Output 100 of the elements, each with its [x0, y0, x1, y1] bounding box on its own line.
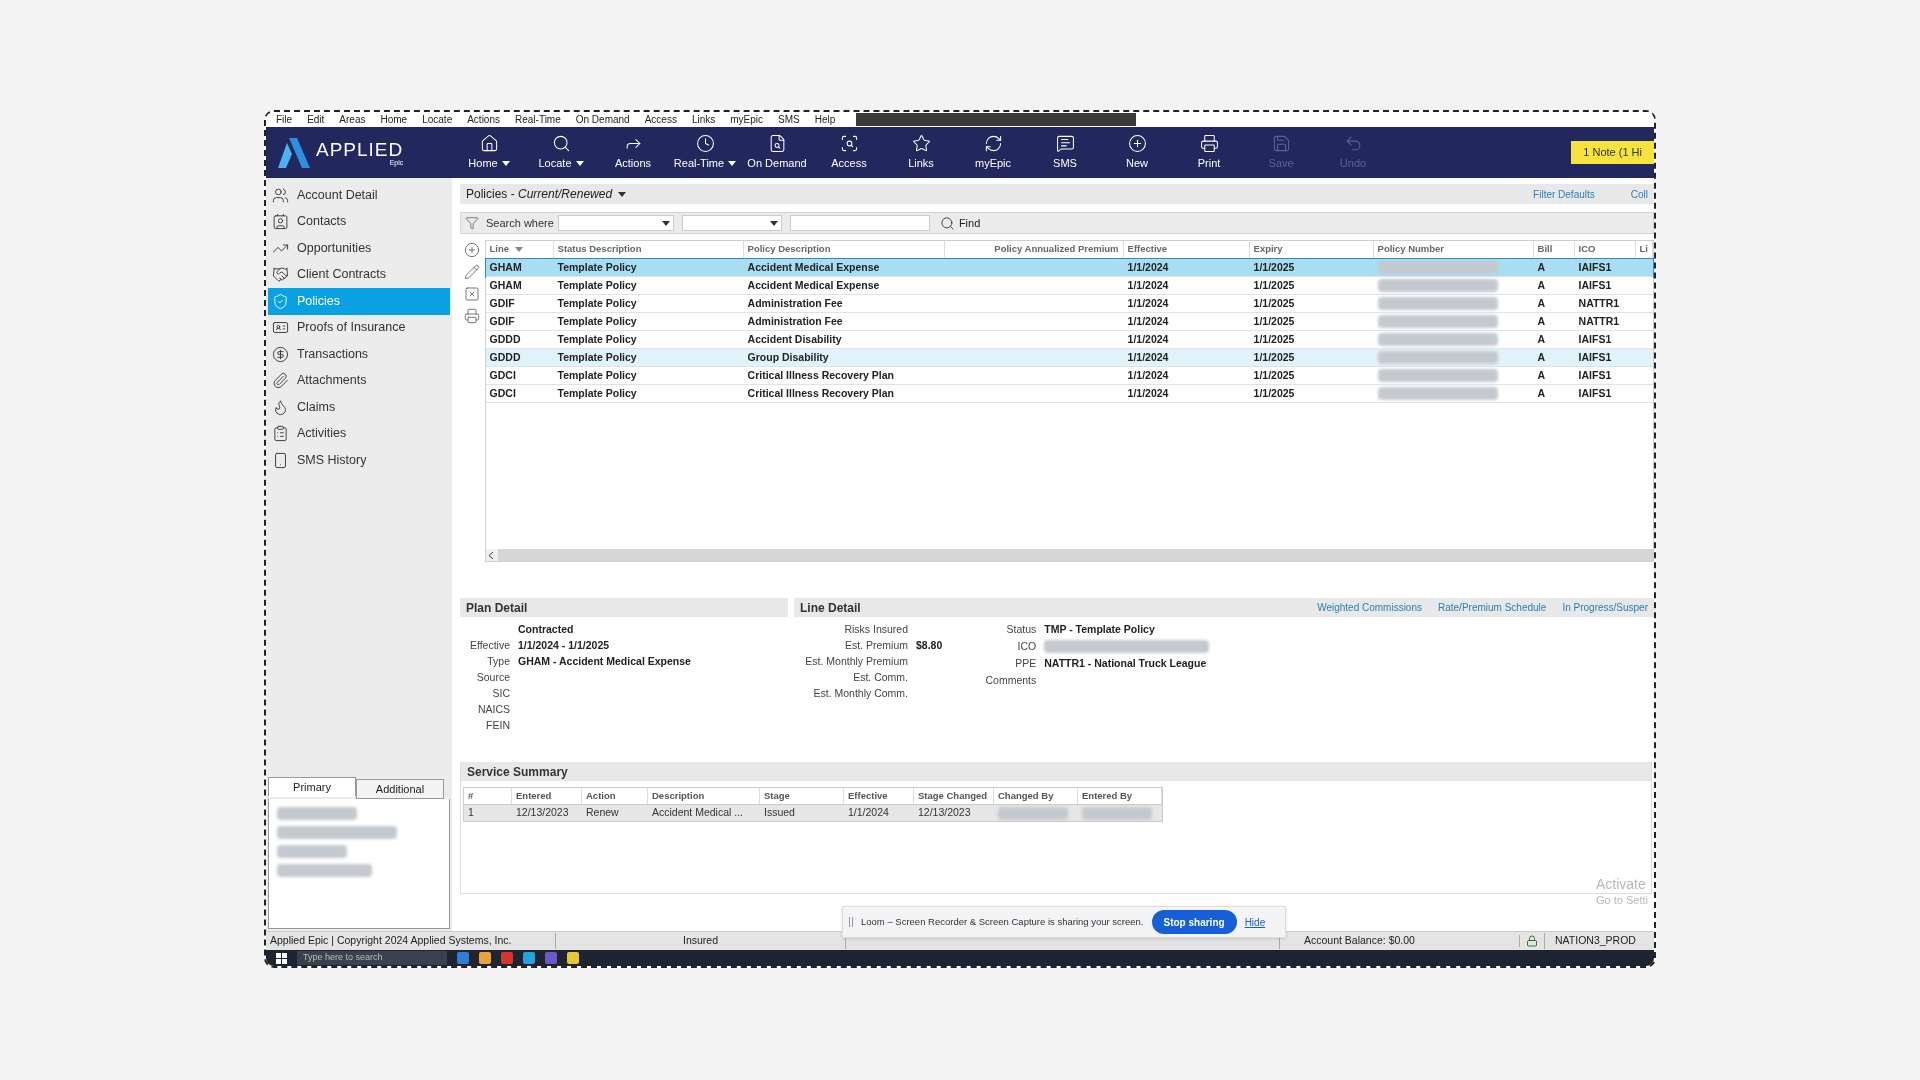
- table-cell-text: Critical Illness Recovery Plan: [747, 385, 895, 401]
- column-header[interactable]: Stage Changed: [914, 788, 994, 804]
- link[interactable]: Coll: [1630, 186, 1648, 202]
- scrollbar[interactable]: [485, 549, 1653, 561]
- table-cell-text: IAIFS1: [1578, 331, 1612, 347]
- table-row[interactable]: 1 12/13/2023 Renew Accident Medical ... Issued 1/1/2024 12/13/2023: [464, 805, 1162, 821]
- menu-item[interactable]: Areas: [339, 112, 366, 127]
- note-badge[interactable]: 1 Note (1 Hi: [1571, 141, 1654, 164]
- menu-item[interactable]: Links: [691, 112, 716, 127]
- toolbar-button[interactable]: Print: [1173, 128, 1245, 177]
- table-cell-text: IAIFS1: [1578, 349, 1612, 365]
- toolbar-button[interactable]: Home: [453, 128, 525, 177]
- toolbar-button[interactable]: Access: [813, 128, 885, 177]
- menu-item[interactable]: Real-Time: [515, 112, 561, 127]
- table-row[interactable]: GDCI Template Policy Critical Illness Recovery Plan 1/1/2024 1/1/2025 A IAIFS1: [485, 367, 1653, 385]
- menu-item[interactable]: Edit: [307, 112, 325, 127]
- table-row[interactable]: GDDD Template Policy Accident Disability 1/1/2024 1/1/2025 A IAIFS1: [485, 331, 1653, 349]
- menu-item[interactable]: File: [276, 112, 293, 127]
- link[interactable]: Rate/Premium Schedule: [1438, 600, 1547, 615]
- sidebar-item[interactable]: Opportunities: [268, 235, 450, 262]
- toolbar-button[interactable]: Links: [885, 128, 957, 177]
- sidebar-item[interactable]: Client Contracts: [268, 261, 450, 288]
- search-field[interactable]: [789, 215, 930, 231]
- column-header[interactable]: Entered: [512, 788, 582, 804]
- table-cell: Renew: [586, 805, 619, 821]
- hide-link[interactable]: Hide: [1244, 914, 1266, 930]
- search-icon: [939, 215, 955, 231]
- printer-icon[interactable]: [464, 308, 481, 324]
- toolbar-button[interactable]: Actions: [597, 128, 669, 177]
- sidebar-item[interactable]: Contacts: [268, 208, 450, 235]
- toolbar-button[interactable]: Real-Time: [669, 128, 741, 177]
- column-header[interactable]: Stage: [760, 788, 844, 804]
- sidebar-item[interactable]: SMS History: [268, 447, 450, 474]
- sidebar-item[interactable]: Transactions: [268, 341, 450, 368]
- column-header[interactable]: Description: [648, 788, 760, 804]
- sidebar-item[interactable]: Attachments: [268, 367, 450, 394]
- add-icon[interactable]: [464, 242, 481, 258]
- field-value: $8.80: [916, 637, 943, 653]
- table-cell-text: Administration Fee: [747, 295, 843, 311]
- menu-item[interactable]: Help: [814, 112, 836, 127]
- app-icon[interactable]: [501, 952, 513, 964]
- app-icon[interactable]: [545, 952, 557, 964]
- table-row[interactable]: GDDD Template Policy Group Disability 1/1/2024 1/1/2025 A IAIFS1: [485, 349, 1653, 367]
- sidebar-item[interactable]: Claims: [268, 394, 450, 421]
- toolbar-button[interactable]: Locate: [525, 128, 597, 177]
- column-header[interactable]: Changed By: [994, 788, 1078, 804]
- delete-icon[interactable]: [464, 286, 481, 302]
- sidebar-item[interactable]: Account Detail: [268, 182, 450, 209]
- app-icon[interactable]: [567, 952, 579, 964]
- link[interactable]: Filter Defaults: [1533, 186, 1595, 202]
- dropdown-field[interactable]: [681, 215, 782, 231]
- find-button[interactable]: Find: [939, 214, 981, 232]
- toolbar-button[interactable]: myEpic: [957, 128, 1029, 177]
- section-title[interactable]: Policies - Current/Renewed: [466, 185, 613, 203]
- sidebar-item[interactable]: Activities: [268, 420, 450, 447]
- pencil-icon[interactable]: [464, 264, 481, 280]
- paperclip-icon: [272, 372, 289, 390]
- table-row[interactable]: GHAM Template Policy Accident Medical Expense 1/1/2024 1/1/2025 A IAIFS1: [485, 277, 1653, 295]
- column-header[interactable]: #: [464, 788, 512, 804]
- app-icon[interactable]: [479, 952, 491, 964]
- table-cell-text: 1/1/2024: [1127, 349, 1169, 365]
- link[interactable]: In Progress/Susper: [1562, 600, 1648, 615]
- menu-item[interactable]: myEpic: [730, 112, 764, 127]
- add-icon: [1127, 133, 1147, 153]
- menu-item[interactable]: SMS: [778, 112, 800, 127]
- table-cell-text: NATTR1: [1578, 313, 1620, 329]
- toolbar-button[interactable]: New: [1101, 128, 1173, 177]
- dropdown-field[interactable]: [557, 215, 674, 231]
- table-cell-text: Accident Medical Expense: [747, 259, 880, 275]
- menu-item[interactable]: Actions: [467, 112, 500, 127]
- printer-icon: [1199, 133, 1219, 153]
- table-row[interactable]: GDCI Template Policy Critical Illness Recovery Plan 1/1/2024 1/1/2025 A IAIFS1: [485, 385, 1653, 403]
- column-header[interactable]: Effective: [844, 788, 914, 804]
- tab[interactable]: Additional: [356, 779, 444, 799]
- menu-item[interactable]: Access: [644, 112, 677, 127]
- table-row[interactable]: GDIF Template Policy Administration Fee 1/1/2024 1/1/2025 A NATTR1: [485, 313, 1653, 331]
- drag-handle-icon[interactable]: [849, 917, 853, 927]
- link[interactable]: Weighted Commissions: [1317, 600, 1422, 615]
- sidebar-item[interactable]: Proofs of Insurance: [268, 314, 450, 341]
- table-row[interactable]: GDIF Template Policy Administration Fee 1/1/2024 1/1/2025 A NATTR1: [485, 295, 1653, 313]
- table-row[interactable]: GHAM Template Policy Accident Medical Expense 1/1/2024 1/1/2025 A IAIFS1: [485, 259, 1653, 277]
- app-icon[interactable]: [457, 952, 469, 964]
- tab[interactable]: Primary: [268, 777, 356, 797]
- column-header[interactable]: Entered By: [1078, 788, 1162, 804]
- table-cell-text: Template Policy: [557, 277, 637, 293]
- scroll-left-icon[interactable]: [489, 551, 495, 559]
- stop-sharing-button[interactable]: Stop sharing: [1151, 910, 1237, 934]
- column-header[interactable]: Action: [582, 788, 648, 804]
- toolbar-button[interactable]: SMS: [1029, 128, 1101, 177]
- menu-item[interactable]: Home: [380, 112, 408, 127]
- section-title: Plan Detail: [466, 599, 528, 617]
- taskbar-search-field[interactable]: Type here to search: [297, 951, 447, 965]
- table-cell-text: A: [1537, 259, 1546, 275]
- app-icon[interactable]: [523, 952, 535, 964]
- menu-item[interactable]: Locate: [422, 112, 453, 127]
- windows-logo-icon[interactable]: [276, 952, 287, 964]
- menu-item[interactable]: On Demand: [575, 112, 630, 127]
- toolbar-button[interactable]: On Demand: [741, 128, 813, 177]
- balance-text: Account Balance: $0.00: [1304, 934, 1415, 947]
- clock-icon: [695, 133, 715, 153]
